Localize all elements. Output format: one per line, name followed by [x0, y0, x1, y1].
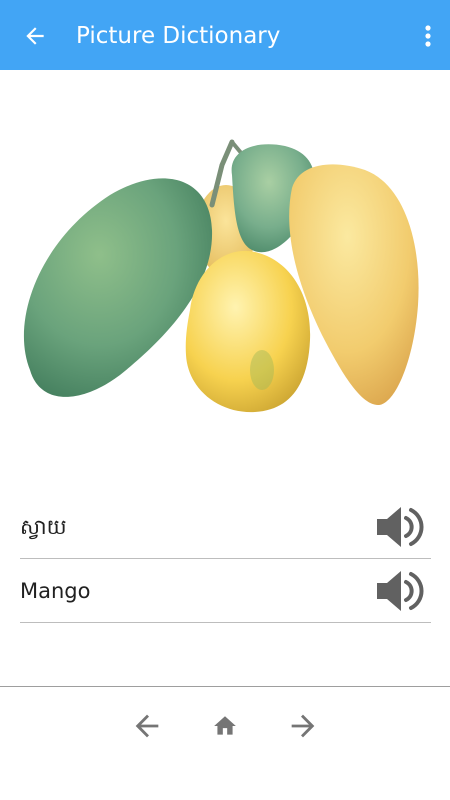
word-english-text: Mango — [20, 579, 91, 603]
back-button[interactable] — [16, 17, 54, 55]
overflow-menu-button[interactable] — [418, 18, 438, 54]
word-khmer-text: ស្វាយ — [20, 515, 67, 539]
arrow-right-icon — [291, 714, 315, 738]
home-icon — [214, 716, 236, 735]
more-vertical-icon — [425, 25, 431, 47]
app-bar: Picture Dictionary — [0, 0, 450, 70]
word-row-english: Mango — [20, 560, 431, 623]
word-row-khmer: ស្វាយ — [20, 496, 431, 559]
play-khmer-audio-button[interactable] — [375, 504, 425, 550]
arrow-left-icon — [26, 27, 44, 45]
bottom-divider — [0, 686, 450, 687]
next-word-button[interactable] — [283, 706, 323, 746]
home-button[interactable] — [205, 706, 245, 746]
page-title: Picture Dictionary — [76, 23, 281, 49]
speaker-icon — [377, 571, 424, 611]
arrow-left-icon — [135, 714, 159, 738]
mango-picture — [23, 139, 419, 413]
play-english-audio-button[interactable] — [375, 568, 425, 614]
word-picture — [0, 70, 450, 470]
speaker-icon — [377, 507, 424, 547]
previous-word-button[interactable] — [127, 706, 167, 746]
